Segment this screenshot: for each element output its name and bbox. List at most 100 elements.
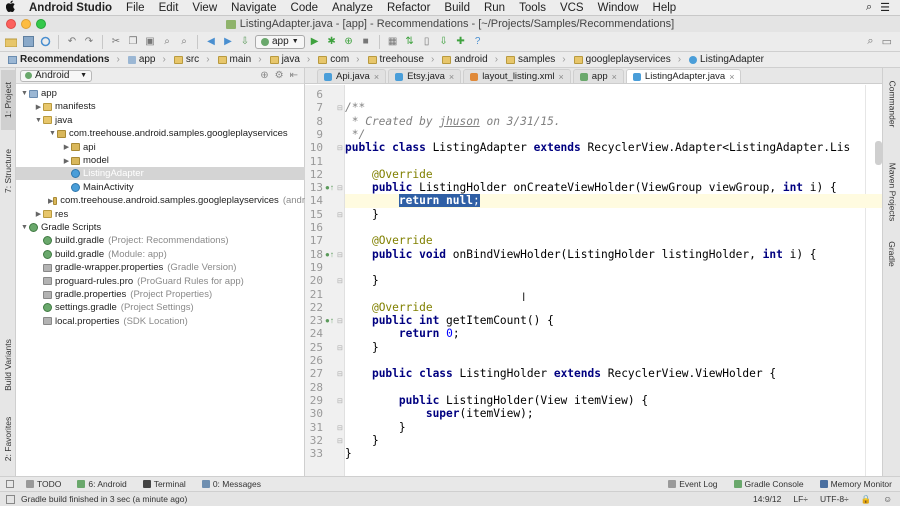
tree-item[interactable]: proguard-rules.pro (ProGuard Rules for ap… [16,275,305,288]
code-line[interactable]: @Override [345,168,882,181]
menu-app-name[interactable]: Android Studio [22,2,119,14]
fold-toggle-icon[interactable]: ⊟ [337,370,343,378]
breadcrumb-item[interactable]: samples › [502,54,570,65]
tree-item[interactable]: local.properties (SDK Location) [16,315,305,328]
tab-commander[interactable]: Commander [885,72,899,136]
fold-toggle-icon[interactable]: ⊟ [337,104,343,112]
zoom-window-button[interactable] [36,19,46,29]
fold-toggle-icon[interactable]: ⊟ [337,251,343,259]
tree-item[interactable]: build.gradle (Module: app) [16,248,305,261]
tab-gradle-console[interactable]: Gradle Console [726,479,812,489]
breadcrumb-item[interactable]: java › [266,54,315,65]
fold-toggle-icon[interactable]: ⊟ [337,437,343,445]
caret-position[interactable]: 14:9/12 [753,494,781,504]
menu-build[interactable]: Build [437,2,477,14]
hide-panel-icon[interactable]: ⇤ [290,70,298,81]
tab-memory-monitor[interactable]: Memory Monitor [812,479,900,489]
menu-vcs[interactable]: VCS [553,2,591,14]
forward-icon[interactable]: ▶ [221,35,235,49]
menu-edit[interactable]: Edit [152,2,186,14]
code-line[interactable] [345,88,882,101]
breadcrumb-item[interactable]: app › [124,54,170,65]
editor-tab[interactable]: app × [572,69,624,83]
editor-tab[interactable]: ListingAdapter.java × [625,69,742,83]
tab-build-variants[interactable]: Build Variants [1,330,15,400]
code-line[interactable]: public int getItemCount() { [345,314,882,327]
fold-toggle-icon[interactable]: ⊟ [337,277,343,285]
code-line[interactable] [345,221,882,234]
run-icon[interactable]: ▶ [308,35,322,49]
close-icon[interactable]: × [612,72,617,82]
redo-icon[interactable]: ↷ [82,35,96,49]
override-marker-icon[interactable]: ●↑ [325,316,334,325]
tab-favorites[interactable]: 2: Favorites [1,408,15,470]
tab-maven-projects[interactable]: Maven Projects [885,152,899,232]
open-folder-icon[interactable] [4,35,18,49]
sdk-manager-icon[interactable]: ⇩ [437,35,451,49]
code-line[interactable]: } [345,208,882,221]
editor-tab[interactable]: Api.java × [317,69,387,83]
make-project-icon[interactable]: ⇩ [238,35,252,49]
code-line[interactable]: } [345,434,882,447]
code-line[interactable]: } [345,274,882,287]
breadcrumb-item[interactable]: treehouse › [364,54,439,65]
tab-todo[interactable]: TODO [18,479,69,489]
code-line[interactable] [345,155,882,168]
list-icon[interactable]: ☰ [880,1,890,14]
breadcrumb-item[interactable]: com › [314,54,363,65]
tab-gradle[interactable]: Gradle [885,234,899,274]
menu-view[interactable]: View [185,2,224,14]
tree-item[interactable]: ▶ com.treehouse.android.samples.googlepla… [16,194,305,207]
search-everywhere-icon[interactable]: ⌕ [867,35,873,48]
tree-item[interactable]: ▶ model [16,154,305,167]
back-icon[interactable]: ◀ [204,35,218,49]
copy-icon[interactable]: ❐ [126,35,140,49]
save-icon[interactable] [21,35,35,49]
menu-window[interactable]: Window [591,2,646,14]
breadcrumb-item[interactable]: googleplayservices › [570,54,685,65]
search-icon[interactable]: ⌕ [866,1,872,14]
tab-event-log[interactable]: Event Log [660,479,725,489]
code-line[interactable]: @Override [345,234,882,247]
tree-item[interactable]: gradle-wrapper.properties (Gradle Version… [16,261,305,274]
code-line[interactable]: super(itemView); [345,407,882,420]
code-line[interactable]: } [345,447,882,460]
code-line[interactable]: */ [345,128,882,141]
paste-icon[interactable]: ▣ [143,35,157,49]
menu-navigate[interactable]: Navigate [224,2,283,14]
tree-item[interactable]: ▼ com.treehouse.android.samples.googlepla… [16,127,305,140]
chevron-right-icon[interactable]: ▶ [62,143,71,151]
scroll-from-source-icon[interactable]: ⊕ [260,70,268,81]
help-icon[interactable]: ? [471,35,485,49]
tree-item[interactable]: ▶ api [16,141,305,154]
status-toggle-icon[interactable] [6,494,15,504]
chevron-down-icon[interactable]: ▼ [34,117,43,124]
close-window-button[interactable] [6,19,16,29]
code-line[interactable]: public class ListingHolder extends Recyc… [345,367,882,380]
breadcrumb-item[interactable]: android › [438,54,502,65]
settings-icon[interactable]: ⚙ [275,70,284,81]
chevron-down-icon[interactable]: ▼ [48,130,57,137]
fold-toggle-icon[interactable]: ⊟ [337,344,343,352]
tree-item[interactable]: ▼ java [16,114,305,127]
menu-code[interactable]: Code [284,2,326,14]
code-line[interactable]: } [345,421,882,434]
breadcrumb-item[interactable]: ListingAdapter [685,54,768,65]
code-line[interactable]: /** [345,101,882,114]
tab-structure[interactable]: 7: Structure [1,136,15,206]
close-icon[interactable]: × [374,72,379,82]
lock-icon[interactable]: 🔒 [861,494,872,505]
fold-toggle-icon[interactable]: ⊟ [337,184,343,192]
code-line[interactable]: public class ListingAdapter extends Recy… [345,141,882,154]
code-line[interactable]: public void onBindViewHolder(ListingHold… [345,248,882,261]
android-monitor-icon[interactable]: ✚ [454,35,468,49]
close-icon[interactable]: × [729,72,734,82]
menu-analyze[interactable]: Analyze [325,2,380,14]
editor-tab[interactable]: Etsy.java × [388,69,462,83]
avd-manager-icon[interactable]: ▯ [420,35,434,49]
tree-item[interactable]: ▼ app [16,87,305,100]
tree-item[interactable]: ▶ manifests [16,100,305,113]
settings-icon[interactable]: ▭ [882,35,892,48]
tree-item[interactable]: gradle.properties (Project Properties) [16,288,305,301]
fold-toggle-icon[interactable]: ⊟ [337,397,343,405]
